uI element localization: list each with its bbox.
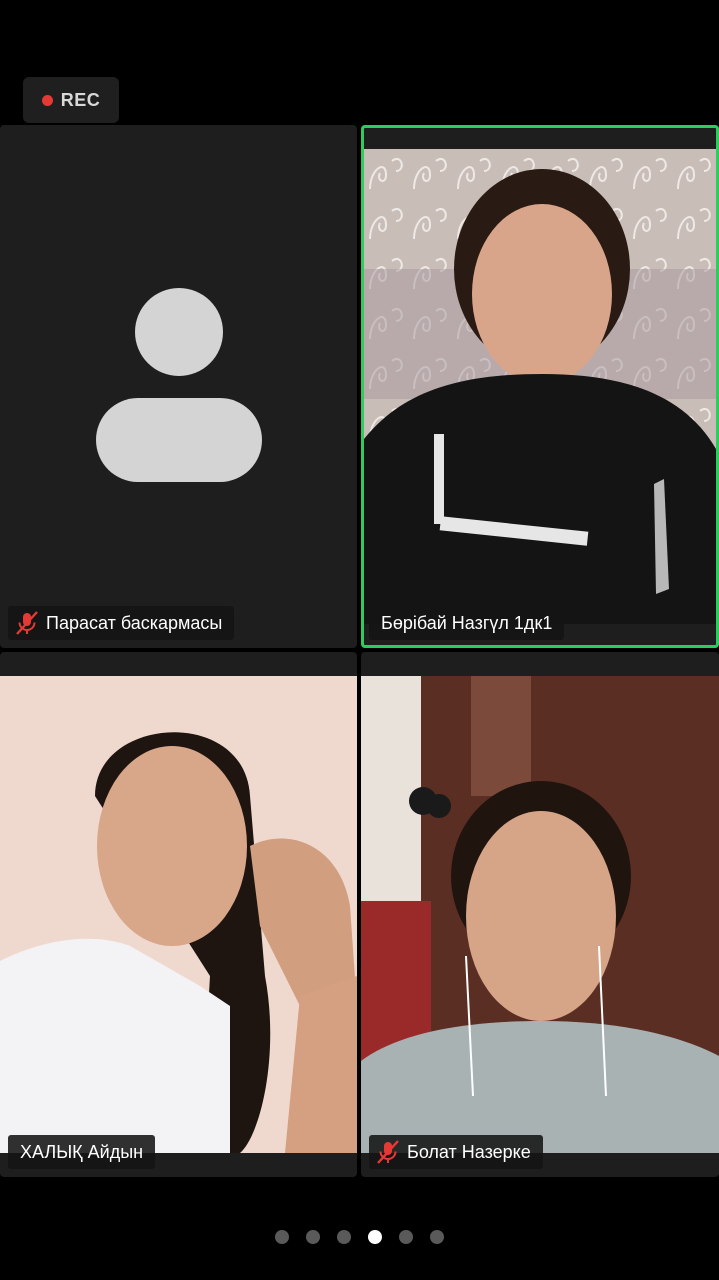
participant-name-tag: Бөрібай Назгүл 1дк1 <box>369 606 565 640</box>
page-dot[interactable] <box>306 1230 320 1244</box>
participant-tile[interactable]: ХАЛЫҚ Айдын <box>0 652 357 1177</box>
mic-muted-icon <box>16 611 38 635</box>
participant-name: Парасат баскармасы <box>46 612 223 633</box>
page-dot[interactable] <box>275 1230 289 1244</box>
participant-video <box>361 676 719 1153</box>
participant-name: ХАЛЫҚ Айдын <box>20 1141 144 1162</box>
participant-tile-active-speaker[interactable]: Бөрібай Назгүл 1дк1 <box>361 125 719 648</box>
page-dot[interactable] <box>399 1230 413 1244</box>
page-dot-current[interactable] <box>368 1230 382 1244</box>
page-indicator[interactable] <box>0 1230 719 1244</box>
recording-label: REC <box>60 89 101 110</box>
participant-name-tag: Парасат баскармасы <box>8 606 235 640</box>
participant-name-tag: Болат Назерке <box>369 1135 543 1169</box>
recording-indicator[interactable]: REC <box>23 77 119 123</box>
participant-video <box>0 676 357 1153</box>
participant-name: Болат Назерке <box>407 1141 531 1162</box>
participant-name: Бөрібай Назгүл 1дк1 <box>381 612 553 633</box>
recording-dot-icon <box>41 94 53 106</box>
default-avatar-icon <box>96 288 262 482</box>
mic-muted-icon <box>377 1140 399 1164</box>
page-dot[interactable] <box>430 1230 444 1244</box>
participant-name-tag: ХАЛЫҚ Айдын <box>8 1135 156 1169</box>
participant-tile[interactable]: Парасат баскармасы <box>0 125 357 648</box>
page-dot[interactable] <box>337 1230 351 1244</box>
participant-video <box>364 149 716 624</box>
participant-tile[interactable]: Болат Назерке <box>361 652 719 1177</box>
